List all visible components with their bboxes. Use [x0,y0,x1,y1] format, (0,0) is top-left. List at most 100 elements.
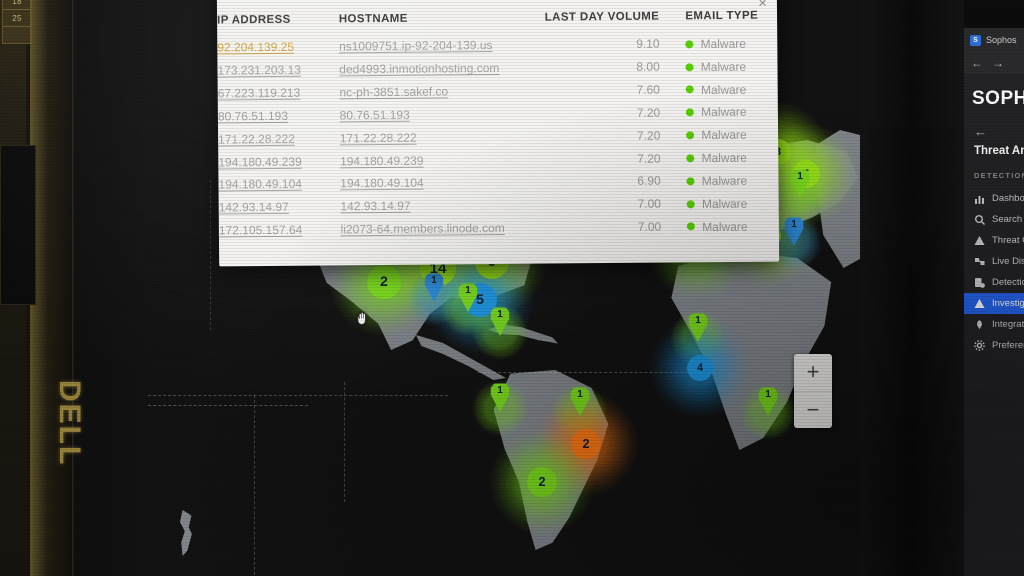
zoom-out-button[interactable]: − [794,390,832,429]
cell-email-type: Malware [686,169,779,193]
background-object [0,145,36,305]
ip-address-link[interactable]: 80.76.51.193 [218,109,288,124]
cell-hostname: li2073-64.members.linode.com [341,216,547,241]
dell-brand-logo: DELL [53,380,86,467]
cell-last-day-volume: 9.10 [636,36,660,52]
browser-nav-bar: ← → [964,52,1024,74]
cell-hostname: nc-ph-3851.sakef.co [339,79,545,104]
map-boundary [254,395,255,575]
sidebar-item-threat-graph[interactable]: Threat Graph [964,230,1024,251]
ip-address-link[interactable]: 171.22.28.222 [218,131,295,146]
app-back-icon[interactable]: ← [964,120,1024,145]
hostname-link[interactable]: ns1009751.ip-92-204-139.us [339,38,493,53]
status-dot-icon [685,40,694,49]
sidebar-item-detections[interactable]: Detections [964,272,1024,293]
cell-ip-address: 173.231.203.13 [217,58,339,82]
map-cluster-marker[interactable]: 4 [687,355,713,381]
right-monitor: S Sophos ← → SOPHOS ← Threat Analysis DE… [860,0,1024,576]
hostname-link[interactable]: 194.180.49.104 [340,176,424,191]
hostname-link[interactable]: 142.93.14.97 [340,199,410,214]
hostname-link[interactable]: 80.76.51.193 [340,108,410,123]
hostname-link[interactable]: 194.180.49.239 [340,153,424,168]
bezel-highlight [30,0,74,576]
map-pin-marker[interactable]: 1 [789,168,811,198]
cell-ip-address: 171.22.28.222 [218,127,340,151]
ip-address-link[interactable]: 194.180.49.239 [218,154,302,169]
status-dot-icon [686,154,695,163]
email-type-label: Malware [701,173,748,189]
map-cluster-marker[interactable]: 2 [571,429,601,459]
sidebar-item-label: Integrations [992,319,1024,330]
map-pin-marker[interactable]: 1 [423,272,445,302]
cell-last-day-volume: 6.90 [637,173,661,189]
map-cluster-marker[interactable]: 2 [367,265,401,299]
sidebar-item-integrations[interactable]: Integrations [964,314,1024,335]
pin-count-label: 1 [497,309,503,320]
map-pin-marker[interactable]: 1 [757,386,779,416]
browser-back-icon[interactable]: ← [971,56,983,70]
email-type-label: Malware [701,196,748,211]
map-zoom-controls[interactable]: + − [794,354,832,428]
ip-address-link[interactable]: 92.204.139.25 [217,40,294,55]
hostname-link[interactable]: ded4993.inmotionhosting.com [339,61,499,76]
investigate-icon [974,298,985,309]
close-icon[interactable]: × [758,0,767,12]
map-cluster-marker[interactable]: 2 [527,467,557,497]
sidebar-item-label: Dashboard [992,193,1024,204]
hostname-link[interactable]: nc-ph-3851.sakef.co [339,84,448,99]
sidebar-item-label: Detections [992,277,1024,288]
cell-ip-address: 142.93.14.97 [219,195,341,219]
hostname-link[interactable]: li2073-64.members.linode.com [341,221,505,236]
cell-last-day-volume: 7.20 [637,151,661,166]
sidebar-item-investigations[interactable]: Investigations [964,293,1024,314]
page-title: Threat Analysis [974,145,1024,157]
table-body: 92.204.139.25 ns1009751.ip-92-204-139.us 9… [217,32,779,242]
sidebar-item-dashboard[interactable]: Dashboard [964,188,1024,209]
ip-address-link[interactable]: 173.231.203.13 [217,63,301,78]
browser-tab-title[interactable]: Sophos [986,35,1017,45]
cell-last-day-volume: 7.00 [637,196,662,211]
gear-icon [974,340,985,351]
status-dot-icon [685,62,694,72]
cell-email-type: Malware [686,123,778,147]
map-pin-marker[interactable]: 1 [569,386,591,416]
hostname-link[interactable]: 171.22.28.222 [340,130,417,145]
map-pin-marker[interactable]: 1 [489,382,511,412]
email-type-label: Malware [702,219,748,234]
cell-email-type: Malware [685,77,778,101]
cell-last-day-volume: 7.20 [636,128,661,143]
sidebar-item-label: Search [992,214,1023,225]
status-dot-icon [687,222,696,231]
right-monitor-bezel [860,0,964,576]
ip-address-link[interactable]: 142.93.14.97 [219,200,289,215]
status-dot-icon [686,108,695,117]
ip-address-link[interactable]: 194.180.49.104 [218,177,302,192]
screenshot-stage: 18 25 DELL 214951111 [0,0,1024,576]
map-graticule [478,372,708,373]
sidebar-item-live-discover[interactable]: Live Discover [964,251,1024,272]
sidebar-nav-list: Dashboard Search Threat Graph Live Discover… [964,188,1024,356]
left-monitor-bezel: 18 25 DELL [0,0,150,576]
map-boundary [210,180,211,330]
threat-table: IP ADDRESS HOSTNAME LAST DAY VOLUME EMAI… [217,6,779,242]
sidebar-item-search[interactable]: Search [964,209,1024,230]
table-row[interactable]: 172.105.157.64 li2073-64.members.linode.c… [219,214,779,242]
ip-address-link[interactable]: 172.105.157.64 [219,223,303,238]
map-pin-marker[interactable]: 1 [687,312,709,342]
status-dot-icon [686,177,695,186]
threat-icon [974,235,985,246]
cell-hostname: 142.93.14.97 [340,193,546,218]
sidebar-item-label: Live Discover [992,256,1024,267]
cell-email-type: Malware [686,146,778,170]
sophos-app-sidebar: SOPHOS ← Threat Analysis DETECTION Dashb… [964,74,1024,576]
detections-icon [974,277,985,288]
zoom-in-button[interactable]: + [794,354,832,391]
sidebar-item-preferences[interactable]: Preferences [964,335,1024,356]
ip-address-link[interactable]: 67.223.119.213 [218,86,301,101]
map-pin-marker[interactable]: 1 [489,306,511,336]
map-pin-marker[interactable]: 1 [457,282,479,312]
map-pin-marker[interactable]: 1 [783,216,805,246]
email-type-label: Malware [700,36,746,52]
browser-forward-icon[interactable]: → [992,56,1004,70]
cell-hostname: 194.180.49.104 [340,171,546,196]
